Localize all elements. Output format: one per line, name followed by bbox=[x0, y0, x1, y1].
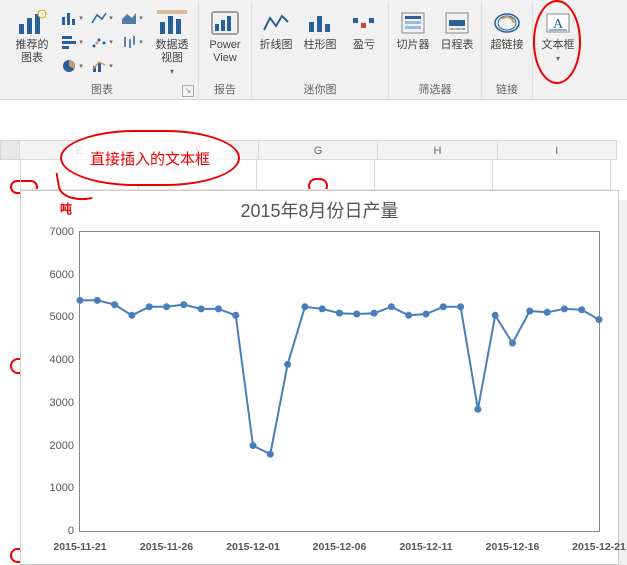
row-header-blank[interactable] bbox=[0, 140, 20, 160]
line-series bbox=[80, 232, 599, 531]
worksheet-area: 直接插入的文本框 E F G H I 吨 2015年8月份日产量 0100020… bbox=[0, 100, 627, 565]
sparkline-winloss-button[interactable]: 盈亏 bbox=[344, 5, 384, 79]
y-tick-label: 7000 bbox=[34, 226, 74, 238]
sparkline-line-button[interactable]: 折线图 bbox=[256, 5, 296, 79]
y-tick-label: 5000 bbox=[34, 311, 74, 323]
sparkline-column-button[interactable]: 柱形图 bbox=[300, 5, 340, 79]
recommended-charts-button[interactable]: ? 推荐的 图表 bbox=[10, 5, 54, 79]
callout-annotation: 直接插入的文本框 bbox=[60, 130, 240, 186]
y-tick-label: 1000 bbox=[34, 482, 74, 494]
combo-chart-icon[interactable]: ▾ bbox=[88, 55, 116, 77]
y-tick-label: 0 bbox=[34, 525, 74, 537]
recommended-charts-icon: ? bbox=[16, 7, 48, 39]
group-filter: 切片器 日程表 筛选器 bbox=[389, 2, 482, 99]
x-tick-label: 2015-11-26 bbox=[140, 541, 193, 553]
column-chart-icon[interactable]: ▾ bbox=[58, 7, 86, 29]
hyperlink-icon bbox=[491, 7, 523, 39]
pie-chart-icon[interactable]: ▾ bbox=[58, 55, 86, 77]
group-report: Power View 报告 bbox=[199, 2, 252, 99]
y-tick-label: 4000 bbox=[34, 354, 74, 366]
hyperlink-button[interactable]: 超链接 bbox=[486, 5, 528, 79]
stock-chart-icon[interactable]: ▾ bbox=[118, 31, 146, 53]
group-sparklines: 折线图 柱形图 盈亏 迷你图 bbox=[252, 2, 389, 99]
pivot-chart-icon bbox=[156, 7, 188, 39]
chart-object[interactable]: 2015年8月份日产量 0100020003000400050006000700… bbox=[20, 190, 619, 565]
chart-title[interactable]: 2015年8月份日产量 bbox=[21, 191, 618, 227]
y-tick-label: 6000 bbox=[34, 269, 74, 281]
x-tick-label: 2015-12-21 bbox=[572, 541, 626, 553]
y-axis-unit-annotation: 吨 bbox=[60, 200, 72, 217]
x-tick-label: 2015-12-01 bbox=[226, 541, 280, 553]
plot-area[interactable]: 010002000300040005000600070002015-11-212… bbox=[79, 231, 600, 532]
x-tick-label: 2015-12-16 bbox=[486, 541, 540, 553]
sparkline-line-icon bbox=[260, 7, 292, 39]
slicer-button[interactable]: 切片器 bbox=[393, 5, 433, 79]
timeline-icon bbox=[441, 7, 473, 39]
power-view-button[interactable]: Power View bbox=[203, 5, 247, 79]
y-tick-label: 3000 bbox=[34, 397, 74, 409]
scatter-chart-icon[interactable]: ▾ bbox=[88, 31, 116, 53]
sparkline-column-icon bbox=[304, 7, 336, 39]
bar-chart-icon[interactable]: ▾ bbox=[58, 31, 86, 53]
x-tick-label: 2015-11-21 bbox=[53, 541, 106, 553]
slicer-icon bbox=[397, 7, 429, 39]
line-chart-icon[interactable]: ▾ bbox=[88, 7, 116, 29]
chart-type-gallery: ▾ ▾ ▾ ▾ ▾ ▾ ▾ ▾ bbox=[58, 7, 146, 77]
chevron-down-icon: ▾ bbox=[170, 67, 174, 76]
column-header[interactable]: H bbox=[378, 140, 497, 160]
chart-dialog-launcher[interactable]: ↘ bbox=[182, 85, 194, 97]
power-view-icon bbox=[209, 7, 241, 39]
annotation-circle-textbox bbox=[533, 0, 581, 84]
x-tick-label: 2015-12-06 bbox=[313, 541, 367, 553]
group-charts: ? 推荐的 图表 ▾ ▾ ▾ ▾ ▾ ▾ ▾ ▾ 数据透视图 ▾ bbox=[0, 2, 199, 99]
ribbon: ? 推荐的 图表 ▾ ▾ ▾ ▾ ▾ ▾ ▾ ▾ 数据透视图 ▾ bbox=[0, 0, 627, 100]
timeline-button[interactable]: 日程表 bbox=[437, 5, 477, 79]
x-tick-label: 2015-12-11 bbox=[399, 541, 452, 553]
group-links: 超链接 链接 bbox=[482, 2, 533, 99]
column-header[interactable]: I bbox=[498, 140, 617, 160]
area-chart-icon[interactable]: ▾ bbox=[118, 7, 146, 29]
pivot-chart-button[interactable]: 数据透视图 ▾ bbox=[150, 5, 194, 79]
group-text: A 文本框 ▾ bbox=[533, 2, 583, 99]
y-tick-label: 2000 bbox=[34, 440, 74, 452]
column-header[interactable]: G bbox=[259, 140, 378, 160]
sparkline-winloss-icon bbox=[348, 7, 380, 39]
